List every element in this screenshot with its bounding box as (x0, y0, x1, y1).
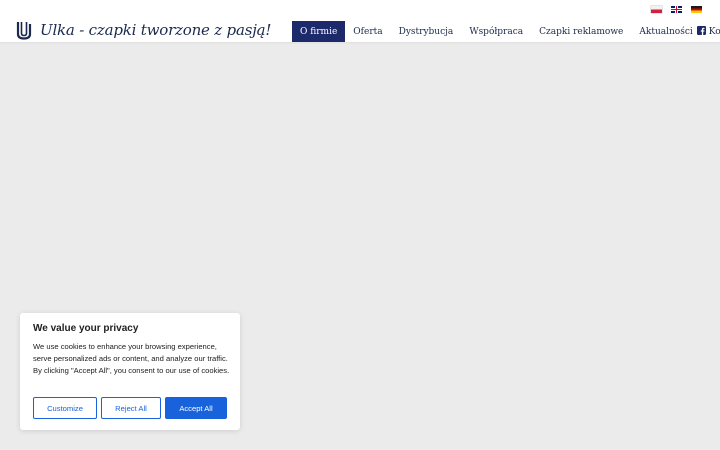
cookie-consent-banner: We value your privacy We use cookies to … (20, 313, 240, 430)
poland-flag-icon[interactable] (651, 6, 662, 13)
site-header: Ulka - czapki tworzone z pasją! O firmie… (0, 19, 720, 42)
site-title[interactable]: Ulka - czapki tworzone z pasją! (40, 20, 271, 40)
nav-item-aktualnosci[interactable]: Aktualności (631, 21, 700, 42)
germany-flag-icon[interactable] (691, 6, 702, 13)
nav-item-o-firmie[interactable]: O firmie (292, 21, 346, 42)
page: Ulka - czapki tworzone z pasją! O firmie… (0, 0, 720, 450)
reject-all-button[interactable]: Reject All (101, 397, 161, 419)
customize-button[interactable]: Customize (33, 397, 97, 419)
cookie-banner-title: We value your privacy (33, 323, 139, 334)
cookie-banner-text: We use cookies to enhance your browsing … (33, 342, 230, 375)
nav-item-oferta[interactable]: Oferta (345, 21, 390, 42)
main-navigation: O firmie Oferta Dystrybucja Współpraca C… (292, 21, 720, 42)
nav-item-dystrybucja[interactable]: Dystrybucja (391, 21, 462, 42)
nav-item-wspolpraca[interactable]: Współpraca (461, 21, 531, 42)
language-switcher (651, 6, 702, 13)
uk-flag-icon[interactable] (671, 6, 682, 13)
facebook-icon[interactable] (697, 26, 706, 35)
accept-all-button[interactable]: Accept All (165, 397, 227, 419)
ulka-logo-icon[interactable] (16, 21, 32, 40)
cookie-banner-actions: Customize Reject All Accept All (33, 397, 227, 419)
nav-item-czapki-reklamowe[interactable]: Czapki reklamowe (531, 21, 631, 42)
language-bar (0, 0, 720, 19)
